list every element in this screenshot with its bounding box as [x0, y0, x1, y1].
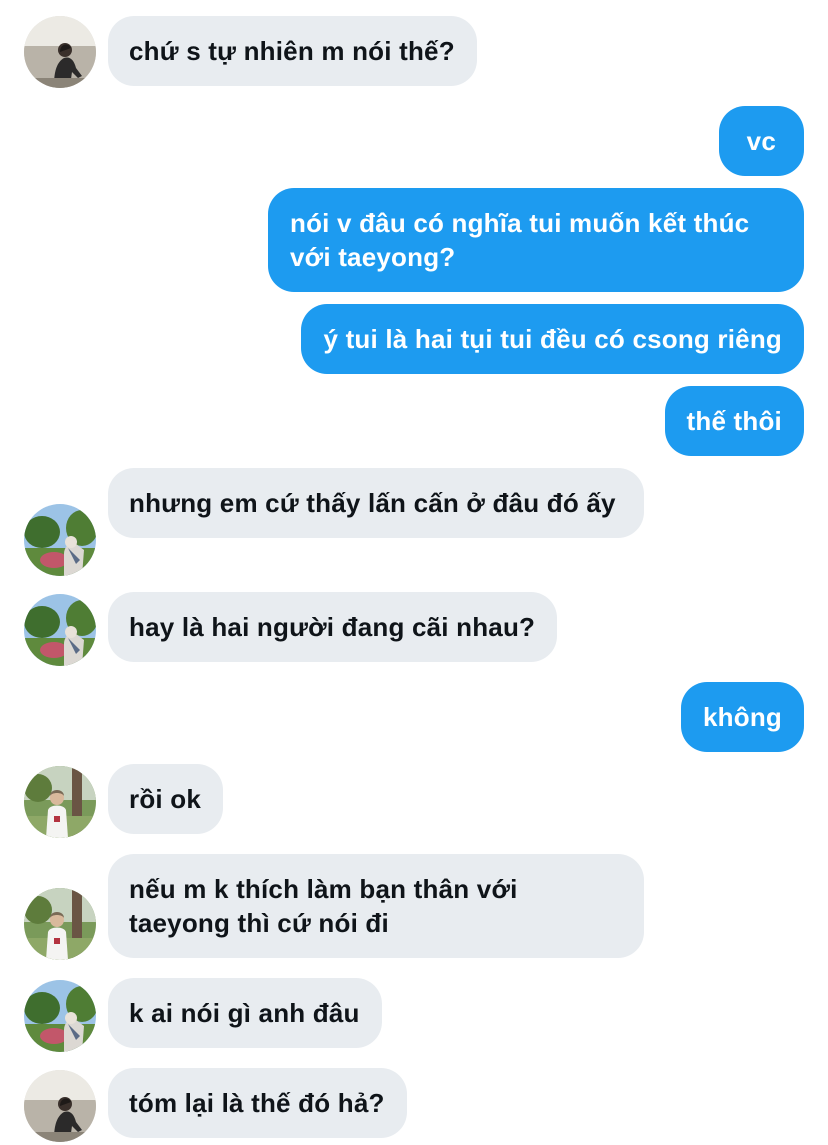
avatar-image [24, 766, 96, 838]
avatar-person-sitting[interactable] [24, 16, 96, 88]
avatar-image [24, 594, 96, 666]
avatar-person-park[interactable] [24, 888, 96, 960]
avatar-image [24, 504, 96, 576]
message-incoming[interactable]: chứ s tự nhiên m nói thế? [108, 16, 477, 86]
avatar-image [24, 888, 96, 960]
message-outgoing[interactable]: không [681, 682, 804, 752]
message-incoming[interactable]: tóm lại là thế đó hả? [108, 1068, 407, 1138]
message-incoming[interactable]: k ai nói gì anh đâu [108, 978, 382, 1048]
avatar-person-sitting[interactable] [24, 1070, 96, 1142]
avatar-person-garden[interactable] [24, 504, 96, 576]
avatar-image [24, 16, 96, 88]
avatar-person-park[interactable] [24, 766, 96, 838]
avatar-image [24, 980, 96, 1052]
avatar-person-garden[interactable] [24, 980, 96, 1052]
message-outgoing[interactable]: thế thôi [664, 386, 804, 456]
avatar-image [24, 1070, 96, 1142]
message-incoming[interactable]: nếu m k thích làm bạn thân với taeyong t… [108, 854, 644, 958]
avatar-person-garden[interactable] [24, 594, 96, 666]
message-incoming[interactable]: nhưng em cứ thấy lấn cấn ở đâu đó ấy [108, 468, 644, 538]
message-incoming[interactable]: rồi ok [108, 764, 223, 834]
message-outgoing[interactable]: nói v đâu có nghĩa tui muốn kết thúc với… [268, 188, 804, 292]
message-incoming[interactable]: hay là hai người đang cãi nhau? [108, 592, 558, 662]
message-outgoing[interactable]: ý tui là hai tụi tui đều có csong riêng [301, 304, 804, 374]
message-outgoing[interactable]: vc [718, 106, 804, 176]
